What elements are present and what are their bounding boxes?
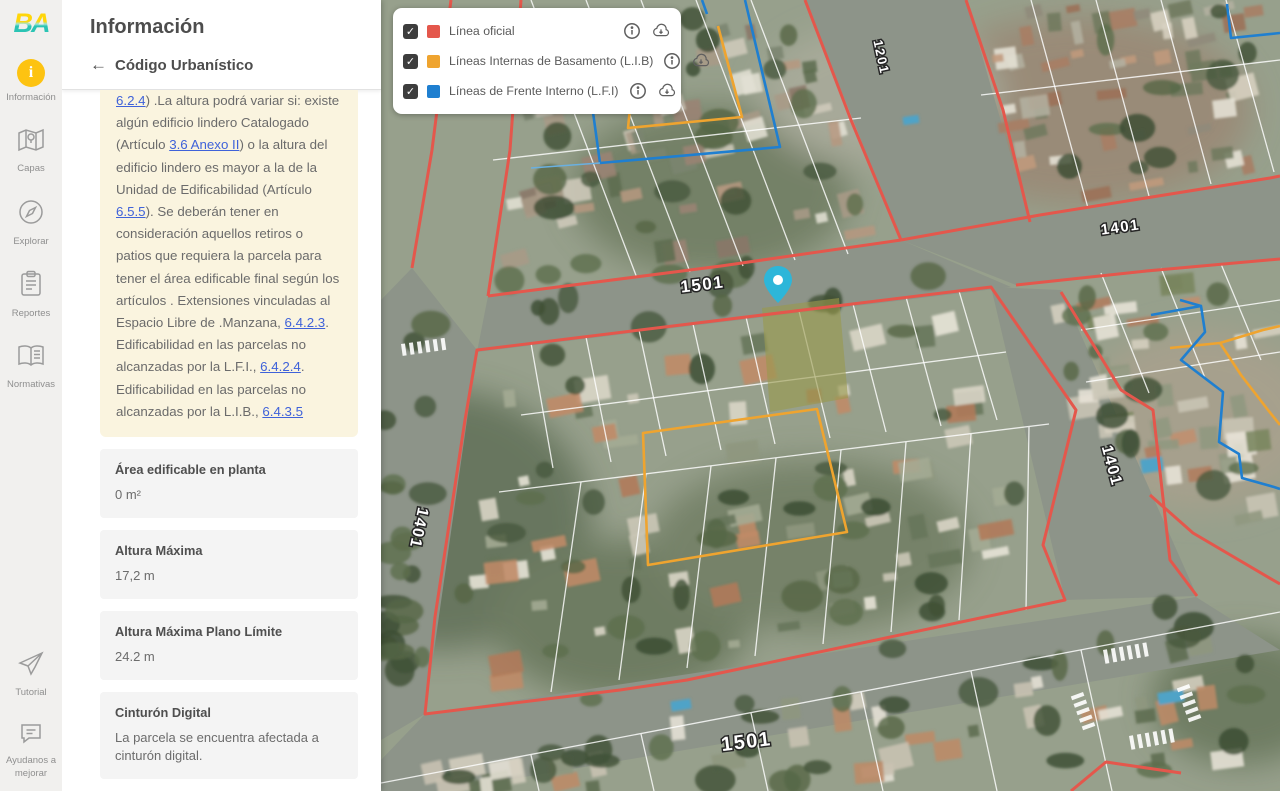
article-link[interactable]: 6.4.3.5 — [262, 404, 303, 419]
card-value: 17,2 m — [115, 567, 343, 586]
compass-icon — [17, 198, 45, 231]
panel-header: Información ← Código Urbanístico — [62, 0, 381, 90]
legend-row-lfi: ✓ Líneas de Frente Interno (L.F.I) — [403, 76, 671, 106]
card-value: La parcela se encuentra afectada a cintu… — [115, 729, 343, 767]
info-circle-icon[interactable] — [622, 21, 642, 41]
map-canvas[interactable]: 1501 1201 1401 1401 1401 1501 ✓ Línea of… — [381, 0, 1280, 791]
info-card-area-edificable: Área edificable en planta 0 m² — [100, 449, 358, 518]
article-link[interactable]: 6.4.2.4 — [260, 359, 301, 374]
sidebar-item-label: Normativas — [7, 379, 55, 392]
legend-label: Líneas de Frente Interno (L.F.I) — [449, 84, 619, 98]
back-label: Código Urbanístico — [115, 57, 253, 74]
info-card-cinturon-digital: Cinturón Digital La parcela se encuentra… — [100, 692, 358, 780]
feedback-chat-icon — [18, 721, 44, 750]
cloud-download-icon[interactable] — [651, 21, 671, 41]
sidebar-item-label: Tutorial — [15, 687, 46, 700]
info-icon: i — [17, 59, 45, 87]
sidebar-item-label: Reportes — [12, 308, 51, 321]
legend-label: Líneas Internas de Basamento (L.I.B) — [449, 54, 653, 68]
card-value: 0 m² — [115, 486, 343, 505]
page-title: Información — [90, 16, 381, 39]
info-panel: Información ← Código Urbanístico 6.2.4) … — [62, 0, 381, 791]
back-button[interactable]: ← Código Urbanístico — [90, 55, 381, 75]
legend-row-linea-oficial: ✓ Línea oficial — [403, 16, 671, 46]
sidebar-item-label: Ayudanos a mejorar — [1, 755, 61, 781]
info-circle-icon[interactable] — [628, 81, 648, 101]
sidebar-item-explorar[interactable]: Explorar — [1, 198, 61, 249]
layers-map-icon — [16, 127, 46, 158]
card-title: Área edificable en planta — [115, 462, 343, 477]
aerial-map: 1501 1201 1401 1401 1401 1501 — [381, 0, 1280, 791]
app-root: BA i Información Capas Explorar Reportes — [0, 0, 1280, 791]
cloud-download-icon[interactable] — [691, 51, 711, 71]
sidebar-item-label: Capas — [17, 163, 44, 176]
selected-parcel-highlight — [762, 298, 848, 412]
color-swatch-blue — [427, 85, 440, 98]
article-link[interactable]: 6.2.4 — [116, 93, 146, 108]
regulation-info-box: 6.2.4) .La altura podrá variar si: exist… — [100, 90, 358, 437]
checkbox-lib[interactable]: ✓ — [403, 54, 418, 69]
card-title: Altura Máxima — [115, 543, 343, 558]
sidebar-item-reportes[interactable]: Reportes — [1, 270, 61, 321]
layers-legend: ✓ Línea oficial ✓ Líneas Internas de Bas… — [393, 8, 681, 114]
info-card-altura-maxima: Altura Máxima 17,2 m — [100, 530, 358, 599]
sidebar-item-ayudanos-a-mejorar[interactable]: Ayudanos a mejorar — [1, 721, 61, 781]
sidebar-item-capas[interactable]: Capas — [1, 127, 61, 176]
icon-rail: BA i Información Capas Explorar Reportes — [0, 0, 62, 791]
card-value: 24.2 m — [115, 648, 343, 667]
sidebar-item-label: Explorar — [13, 236, 48, 249]
checkbox-lfi[interactable]: ✓ — [403, 84, 418, 99]
info-circle-icon[interactable] — [662, 51, 682, 71]
color-swatch-red — [427, 25, 440, 38]
sidebar-item-label: Información — [6, 92, 56, 105]
sidebar-item-informacion[interactable]: i Información — [1, 59, 61, 105]
color-swatch-orange — [427, 55, 440, 68]
card-title: Altura Máxima Plano Límite — [115, 624, 343, 639]
panel-content[interactable]: 6.2.4) .La altura podrá variar si: exist… — [62, 90, 381, 791]
info-card-altura-plano-limite: Altura Máxima Plano Límite 24.2 m — [100, 611, 358, 680]
article-link[interactable]: 6.5.5 — [116, 204, 146, 219]
card-title: Cinturón Digital — [115, 705, 343, 720]
article-link[interactable]: 6.4.2.3 — [285, 315, 326, 330]
paper-plane-icon — [16, 649, 46, 682]
clipboard-icon — [18, 270, 44, 303]
cloud-download-icon[interactable] — [657, 81, 677, 101]
checkbox-linea-oficial[interactable]: ✓ — [403, 24, 418, 39]
sidebar-item-normativas[interactable]: Normativas — [1, 343, 61, 392]
legend-row-lib: ✓ Líneas Internas de Basamento (L.I.B) — [403, 46, 671, 76]
back-arrow-icon: ← — [90, 55, 107, 75]
article-link[interactable]: 3.6 Anexo II — [169, 137, 239, 152]
ba-logo[interactable]: BA — [14, 10, 49, 37]
open-book-icon — [16, 343, 46, 374]
legend-label: Línea oficial — [449, 24, 613, 38]
sidebar-item-tutorial[interactable]: Tutorial — [1, 649, 61, 700]
